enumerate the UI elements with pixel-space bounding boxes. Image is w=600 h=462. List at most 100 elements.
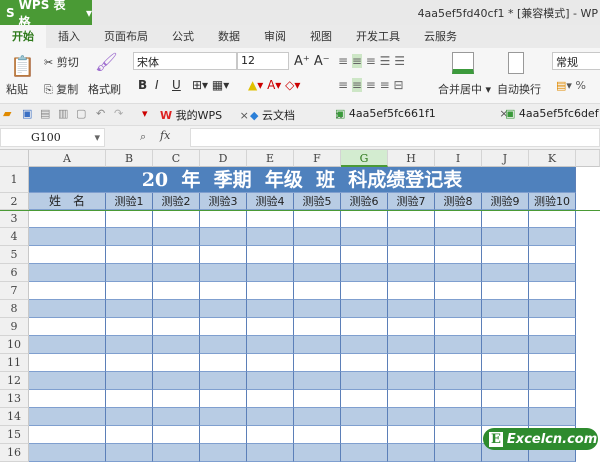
table-cell[interactable] (247, 210, 294, 228)
table-cell[interactable] (247, 246, 294, 264)
table-cell[interactable] (294, 300, 341, 318)
table-cell[interactable] (200, 336, 247, 354)
table-cell[interactable] (529, 282, 576, 300)
table-cell[interactable] (200, 444, 247, 462)
table-cell[interactable] (529, 246, 576, 264)
font-size-buttons[interactable]: A⁺ A⁻ (294, 54, 330, 69)
table-cell[interactable] (153, 210, 200, 228)
table-cell[interactable] (529, 390, 576, 408)
table-cell[interactable] (388, 228, 435, 246)
table-cell[interactable] (529, 264, 576, 282)
table-cell[interactable] (200, 264, 247, 282)
column-label[interactable]: 测验2 (153, 193, 200, 210)
table-cell[interactable] (341, 300, 388, 318)
save-icon[interactable]: ▣ (22, 107, 32, 120)
underline-button[interactable]: U (172, 78, 181, 92)
column-header-L[interactable] (576, 150, 600, 167)
tab-5[interactable]: 审阅 (252, 25, 298, 48)
table-cell[interactable] (106, 390, 153, 408)
table-cell[interactable] (529, 336, 576, 354)
table-cell[interactable] (106, 318, 153, 336)
open-icon[interactable]: ▰ (3, 107, 11, 120)
doc-tab-file-1[interactable]: ▣ 4aa5ef5fc661f1 × (335, 107, 509, 120)
table-cell[interactable] (341, 318, 388, 336)
italic-button[interactable]: I (155, 78, 159, 92)
column-label[interactable]: 测验8 (435, 193, 482, 210)
table-cell[interactable] (106, 426, 153, 444)
column-label[interactable]: 测验9 (482, 193, 529, 210)
table-cell[interactable] (294, 264, 341, 282)
table-cell[interactable] (529, 300, 576, 318)
row-header-14[interactable]: 14 (0, 408, 29, 426)
table-cell[interactable] (388, 264, 435, 282)
table-cell[interactable] (435, 390, 482, 408)
table-cell[interactable] (435, 354, 482, 372)
table-cell[interactable] (341, 336, 388, 354)
doc-tab-cloud[interactable]: ◆ 云文档 × (250, 107, 344, 123)
table-cell[interactable] (482, 300, 529, 318)
bold-button[interactable]: B (138, 78, 147, 92)
table-cell[interactable] (153, 318, 200, 336)
table-cell[interactable] (153, 246, 200, 264)
table-cell[interactable] (29, 282, 106, 300)
doc-tab-my-wps[interactable]: W 我的WPS × (160, 107, 249, 123)
row-header-7[interactable]: 7 (0, 282, 29, 300)
table-cell[interactable] (153, 372, 200, 390)
table-cell[interactable] (294, 336, 341, 354)
undo-icon[interactable]: ↶ (96, 107, 105, 120)
table-cell[interactable] (29, 426, 106, 444)
column-header-G[interactable]: G (341, 150, 388, 167)
table-cell[interactable] (200, 300, 247, 318)
zoom-icon[interactable]: ⌕ (140, 130, 146, 144)
table-cell[interactable] (200, 246, 247, 264)
table-cell[interactable] (294, 390, 341, 408)
table-cell[interactable] (294, 426, 341, 444)
table-cell[interactable] (435, 426, 482, 444)
table-cell[interactable] (247, 408, 294, 426)
row-header-16[interactable]: 16 (0, 444, 29, 462)
print-preview-icon[interactable]: ▢ (76, 107, 86, 120)
table-cell[interactable] (482, 354, 529, 372)
row-header-5[interactable]: 5 (0, 246, 29, 264)
table-cell[interactable] (482, 318, 529, 336)
font-size-select[interactable]: 12 (237, 52, 289, 70)
table-cell[interactable] (153, 390, 200, 408)
column-header-J[interactable]: J (482, 150, 529, 167)
tab-3[interactable]: 公式 (160, 25, 206, 48)
column-label[interactable]: 姓 名 (29, 193, 106, 210)
table-cell[interactable] (247, 228, 294, 246)
table-cell[interactable] (29, 372, 106, 390)
table-cell[interactable] (294, 282, 341, 300)
font-family-select[interactable]: 宋体 (133, 52, 237, 70)
merge-icon[interactable] (452, 52, 474, 74)
table-cell[interactable] (153, 300, 200, 318)
row-header-15[interactable]: 15 (0, 426, 29, 444)
table-cell[interactable] (435, 246, 482, 264)
table-cell[interactable] (482, 210, 529, 228)
column-label[interactable]: 测验6 (341, 193, 388, 210)
table-cell[interactable] (29, 246, 106, 264)
column-label[interactable]: 测验7 (388, 193, 435, 210)
table-cell[interactable] (294, 354, 341, 372)
format-painter-icon[interactable]: 🖌 (95, 52, 118, 73)
table-cell[interactable] (247, 444, 294, 462)
table-cell[interactable] (341, 426, 388, 444)
table-cell[interactable] (482, 264, 529, 282)
table-cell[interactable] (200, 282, 247, 300)
table-cell[interactable] (435, 444, 482, 462)
table-cell[interactable] (482, 336, 529, 354)
table-cell[interactable] (153, 282, 200, 300)
table-cell[interactable] (435, 300, 482, 318)
table-cell[interactable] (200, 372, 247, 390)
table-cell[interactable] (153, 444, 200, 462)
table-cell[interactable] (341, 354, 388, 372)
horizontal-align-icons[interactable]: ≡ ≡ ≡ ≡ ⊟ (338, 78, 404, 92)
table-cell[interactable] (294, 228, 341, 246)
redo-icon[interactable]: ↷ (114, 107, 123, 120)
table-cell[interactable] (247, 426, 294, 444)
table-cell[interactable] (29, 444, 106, 462)
table-cell[interactable] (200, 408, 247, 426)
table-cell[interactable] (341, 408, 388, 426)
table-cell[interactable] (153, 336, 200, 354)
table-cell[interactable] (294, 210, 341, 228)
